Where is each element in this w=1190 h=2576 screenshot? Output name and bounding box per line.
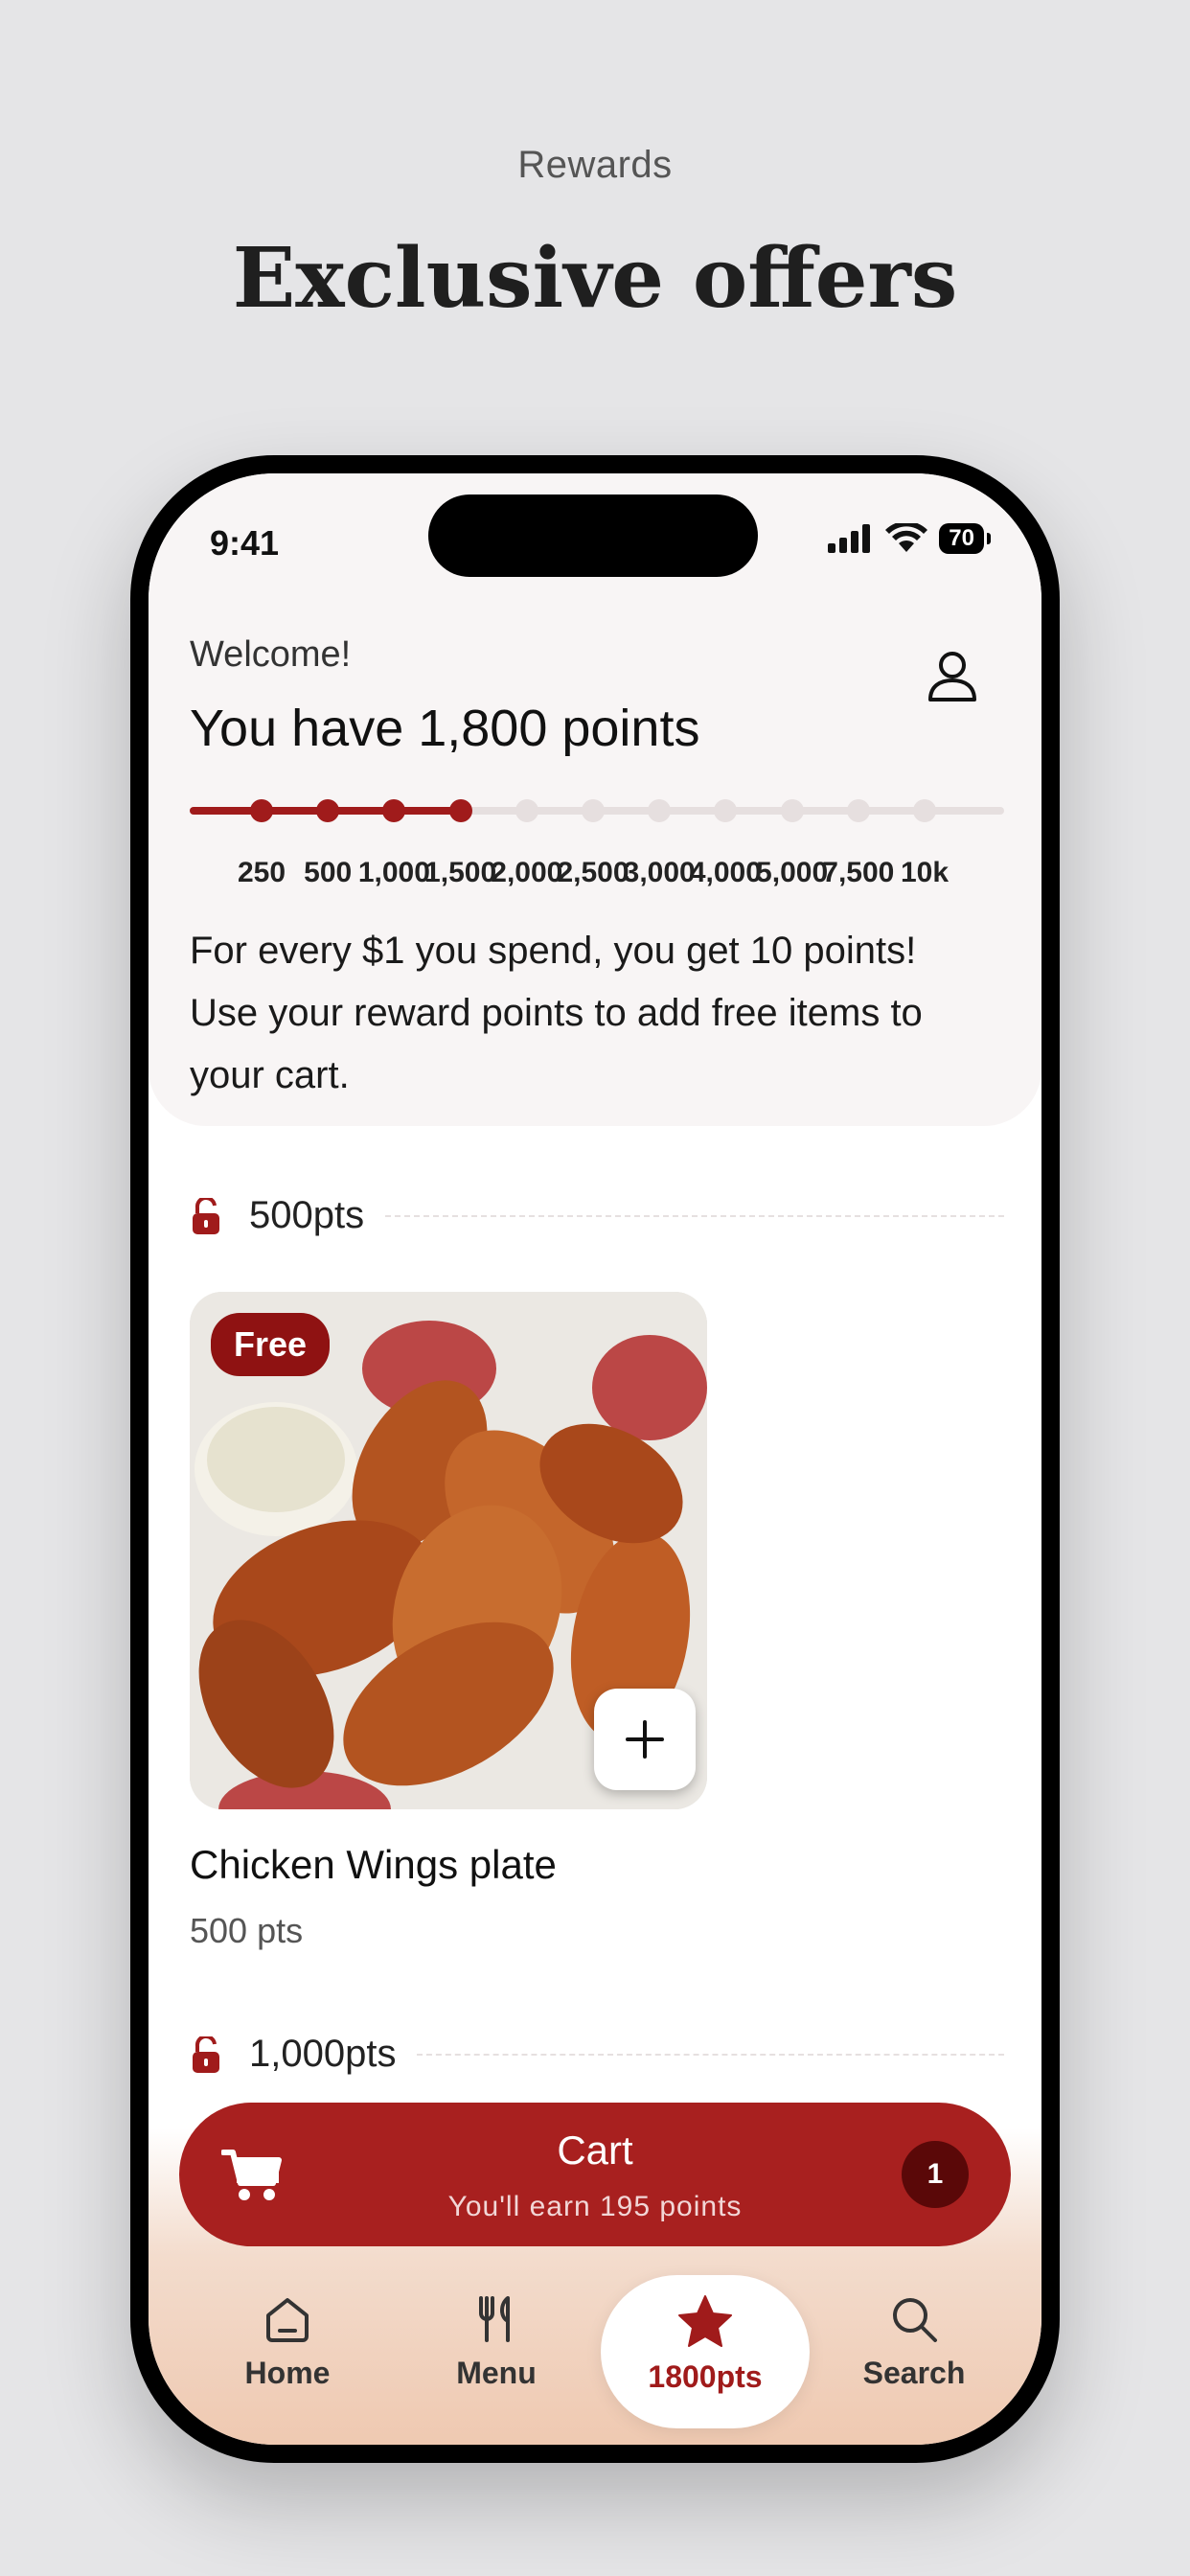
milestone-label: 1,000 <box>357 857 430 888</box>
tab-label: Search <box>862 2356 966 2390</box>
dynamic-island <box>428 494 758 577</box>
milestone-label: 5,000 <box>756 857 829 888</box>
wifi-icon <box>885 523 928 552</box>
tier-header-500: 500pts <box>190 1194 1004 1237</box>
milestone-dot <box>582 799 605 822</box>
cart-earn-points: You'll earn 195 points <box>447 2191 743 2222</box>
unlock-icon <box>193 1197 219 1234</box>
cart-button[interactable]: Cart You'll earn 195 points 1 <box>179 2103 1011 2246</box>
search-icon <box>893 2298 937 2342</box>
item-name[interactable]: Chicken Wings plate <box>190 1842 557 1888</box>
bottom-tab-bar: Home Menu 1800pts Search <box>149 2275 1041 2438</box>
milestone-label: 1,500 <box>424 857 497 888</box>
milestone-dot <box>648 799 672 822</box>
milestone-label: 2,000 <box>491 857 563 888</box>
welcome-text: Welcome! <box>190 634 352 675</box>
milestone-dot <box>250 799 273 822</box>
tier-divider <box>385 1214 1004 1217</box>
unlock-icon <box>193 2036 219 2073</box>
chicken-wings-image[interactable]: Free <box>190 1292 707 1809</box>
page-eyebrow: Rewards <box>517 144 673 186</box>
milestone-label: 7,500 <box>822 857 895 888</box>
star-icon <box>678 2295 732 2347</box>
tab-search[interactable]: Search <box>810 2275 1018 2428</box>
rewards-info-text: For every $1 you spend, you get 10 point… <box>190 930 923 1096</box>
milestone-dot <box>515 799 538 822</box>
free-badge: Free <box>211 1313 331 1376</box>
status-time: 9:41 <box>210 523 280 563</box>
plus-icon <box>626 1720 664 1759</box>
app-screen: 9:41 70 Welcome! You have 1,800 points 2… <box>149 473 1041 2445</box>
milestone-dot <box>448 799 472 822</box>
home-icon <box>266 2298 309 2342</box>
battery-indicator: 70 <box>939 523 991 554</box>
milestone-dot <box>780 799 804 822</box>
milestone-dot <box>714 799 738 822</box>
milestone-label: 3,000 <box>623 857 696 888</box>
cart-title: Cart <box>557 2128 633 2173</box>
milestone-label: 10k <box>900 857 950 888</box>
tab-label: 1800pts <box>648 2359 763 2394</box>
phone-frame: 9:41 70 Welcome! You have 1,800 points 2… <box>130 455 1060 2463</box>
page-title: Exclusive offers <box>232 230 958 327</box>
utensils-icon <box>479 2296 510 2342</box>
milestone-label: 250 <box>237 857 286 888</box>
tab-menu[interactable]: Menu <box>392 2275 601 2428</box>
tier-label: 500pts <box>249 1194 365 1236</box>
cart-count-badge: 1 <box>902 2141 969 2208</box>
milestone-dot <box>846 799 870 822</box>
milestone-dot <box>382 799 406 822</box>
tier-label: 1,000pts <box>249 2033 397 2075</box>
tier-divider <box>417 2053 1004 2056</box>
tab-home[interactable]: Home <box>183 2275 392 2428</box>
points-header-card: 9:41 70 Welcome! You have 1,800 points 2… <box>149 473 1041 1126</box>
milestone-dot <box>316 799 340 822</box>
milestone-label: 4,000 <box>689 857 762 888</box>
tab-rewards[interactable]: 1800pts <box>601 2275 810 2428</box>
add-item-button[interactable] <box>594 1689 696 1790</box>
profile-icon[interactable] <box>923 646 982 705</box>
milestone-label: 500 <box>304 857 353 888</box>
milestone-label: 2,500 <box>557 857 629 888</box>
points-balance: You have 1,800 points <box>190 700 700 757</box>
tab-label: Menu <box>456 2356 537 2390</box>
item-points: 500 pts <box>190 1911 304 1950</box>
status-icons: 70 <box>828 523 991 554</box>
tier-header-1000: 1,000pts <box>190 2033 1004 2076</box>
milestone-dot <box>913 799 936 822</box>
tab-label: Home <box>244 2356 331 2390</box>
signal-icon <box>828 524 871 553</box>
